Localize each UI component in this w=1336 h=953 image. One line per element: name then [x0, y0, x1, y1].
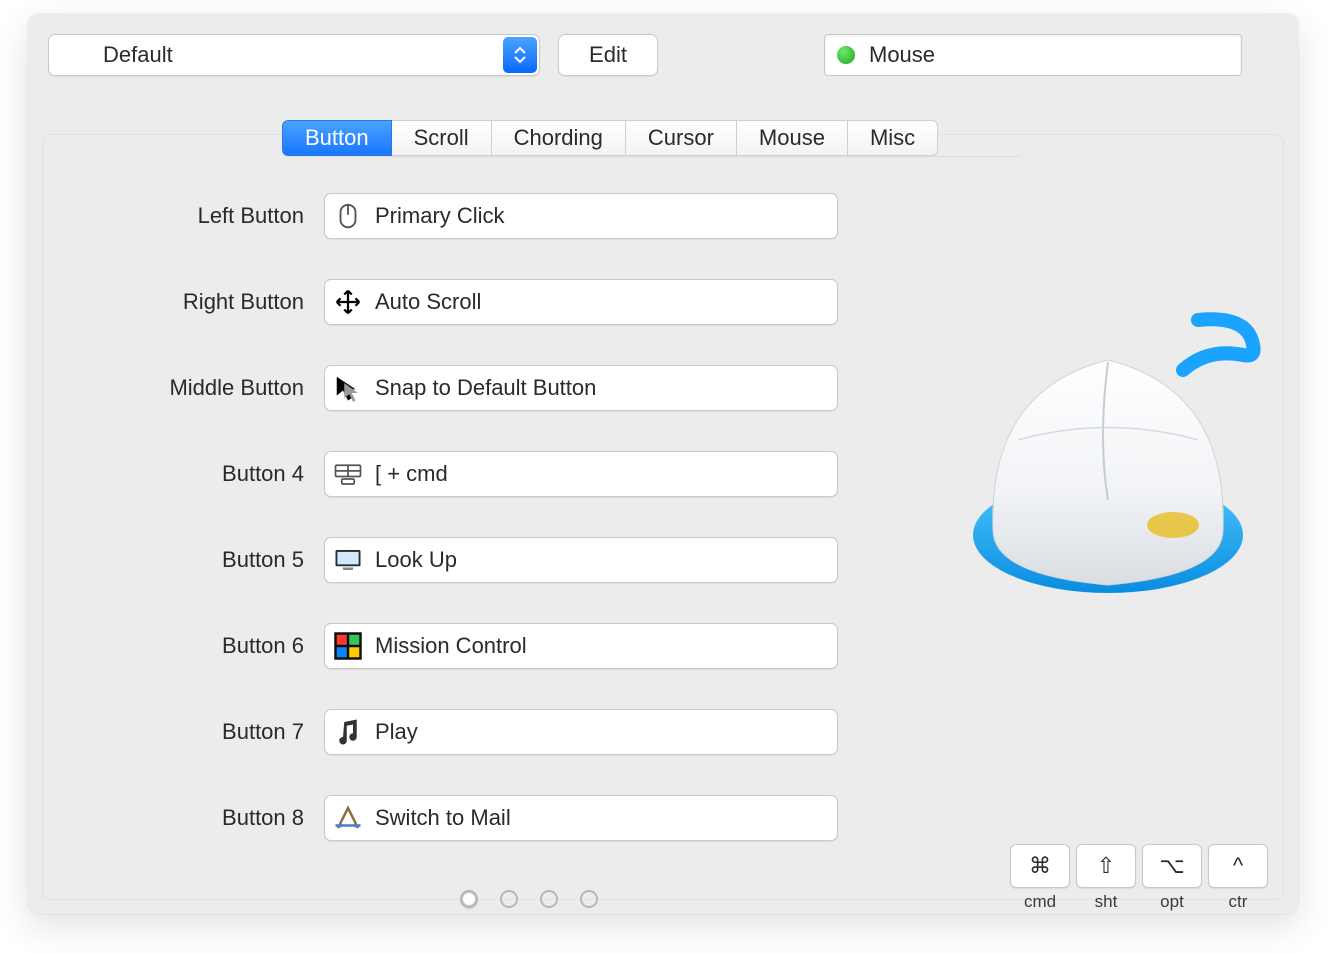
mouse-illustration [948, 300, 1268, 620]
button-mapping-list: Left Button Primary Click Right Button A… [128, 192, 838, 880]
mapping-label: Button 4 [128, 461, 304, 487]
mapping-button-5: Button 5 Look Up [128, 536, 838, 584]
mapping-action: Auto Scroll [375, 289, 481, 315]
mapping-left-button: Left Button Primary Click [128, 192, 838, 240]
mapping-field[interactable]: Look Up [324, 537, 838, 583]
modifier-shift-label: sht [1076, 892, 1136, 912]
modifier-option-label: opt [1142, 892, 1202, 912]
app-icon [333, 803, 363, 833]
profile-selected-label: Default [103, 42, 173, 68]
modifier-keys: ⌘ cmd ⇧ sht ⌥ opt ^ ctr [1010, 844, 1268, 912]
move-icon [333, 287, 363, 317]
mapping-field[interactable]: [ + cmd [324, 451, 838, 497]
mouse-icon [333, 201, 363, 231]
keyboard-icon [333, 459, 363, 489]
page-dot-3[interactable] [540, 890, 558, 908]
page-dot-4[interactable] [580, 890, 598, 908]
mapping-field[interactable]: Mission Control [324, 623, 838, 669]
mapping-action: Primary Click [375, 203, 505, 229]
mapping-label: Middle Button [128, 375, 304, 401]
stepper-icon [503, 37, 537, 73]
tab-bar: Button Scroll Chording Cursor Mouse Misc [282, 120, 1022, 156]
modifier-cmd: ⌘ cmd [1010, 844, 1070, 912]
mapping-label: Button 8 [128, 805, 304, 831]
mapping-action: Snap to Default Button [375, 375, 596, 401]
tab-button[interactable]: Button [282, 120, 392, 156]
mapping-label: Button 6 [128, 633, 304, 659]
profile-select[interactable]: Default [48, 34, 540, 76]
modifier-cmd-key[interactable]: ⌘ [1010, 844, 1070, 888]
tab-misc[interactable]: Misc [848, 120, 938, 156]
page-dot-2[interactable] [500, 890, 518, 908]
display-icon [333, 545, 363, 575]
modifier-cmd-label: cmd [1010, 892, 1070, 912]
mapping-right-button: Right Button Auto Scroll [128, 278, 838, 326]
pager [460, 890, 598, 908]
tab-cursor[interactable]: Cursor [626, 120, 737, 156]
mapping-button-6: Button 6 Mission Control [128, 622, 838, 670]
mapping-button-7: Button 7 Play [128, 708, 838, 756]
mapping-label: Left Button [128, 203, 304, 229]
mapping-button-4: Button 4 [ + cmd [128, 450, 838, 498]
mapping-field[interactable]: Auto Scroll [324, 279, 838, 325]
mapping-action: Mission Control [375, 633, 527, 659]
modifier-option-key[interactable]: ⌥ [1142, 844, 1202, 888]
mapping-label: Button 7 [128, 719, 304, 745]
device-name: Mouse [869, 42, 935, 68]
modifier-shift: ⇧ sht [1076, 844, 1136, 912]
edit-button[interactable]: Edit [558, 34, 658, 76]
tab-mouse[interactable]: Mouse [737, 120, 848, 156]
top-bar: Default Edit Mouse [28, 34, 1298, 80]
mapping-action: Look Up [375, 547, 457, 573]
modifier-control-key[interactable]: ^ [1208, 844, 1268, 888]
mapping-middle-button: Middle Button Snap to Default Button [128, 364, 838, 412]
mapping-field[interactable]: Snap to Default Button [324, 365, 838, 411]
mapping-field[interactable]: Play [324, 709, 838, 755]
mapping-action: [ + cmd [375, 461, 448, 487]
mapping-field[interactable]: Primary Click [324, 193, 838, 239]
status-dot-icon [837, 46, 855, 64]
modifier-shift-key[interactable]: ⇧ [1076, 844, 1136, 888]
tab-chording[interactable]: Chording [492, 120, 626, 156]
mapping-button-8: Button 8 Switch to Mail [128, 794, 838, 842]
cursor-snap-icon [333, 373, 363, 403]
modifier-option: ⌥ opt [1142, 844, 1202, 912]
device-field[interactable]: Mouse [824, 34, 1242, 76]
mapping-action: Switch to Mail [375, 805, 511, 831]
mission-control-icon [333, 631, 363, 661]
modifier-control: ^ ctr [1208, 844, 1268, 912]
mapping-label: Button 5 [128, 547, 304, 573]
modifier-control-label: ctr [1208, 892, 1268, 912]
tab-scroll[interactable]: Scroll [392, 120, 492, 156]
music-note-icon [333, 717, 363, 747]
page-dot-1[interactable] [460, 890, 478, 908]
mapping-field[interactable]: Switch to Mail [324, 795, 838, 841]
mapping-label: Right Button [128, 289, 304, 315]
edit-button-label: Edit [589, 42, 627, 68]
mapping-action: Play [375, 719, 418, 745]
preferences-window: Default Edit Mouse Button Scroll Chordin… [28, 14, 1298, 914]
